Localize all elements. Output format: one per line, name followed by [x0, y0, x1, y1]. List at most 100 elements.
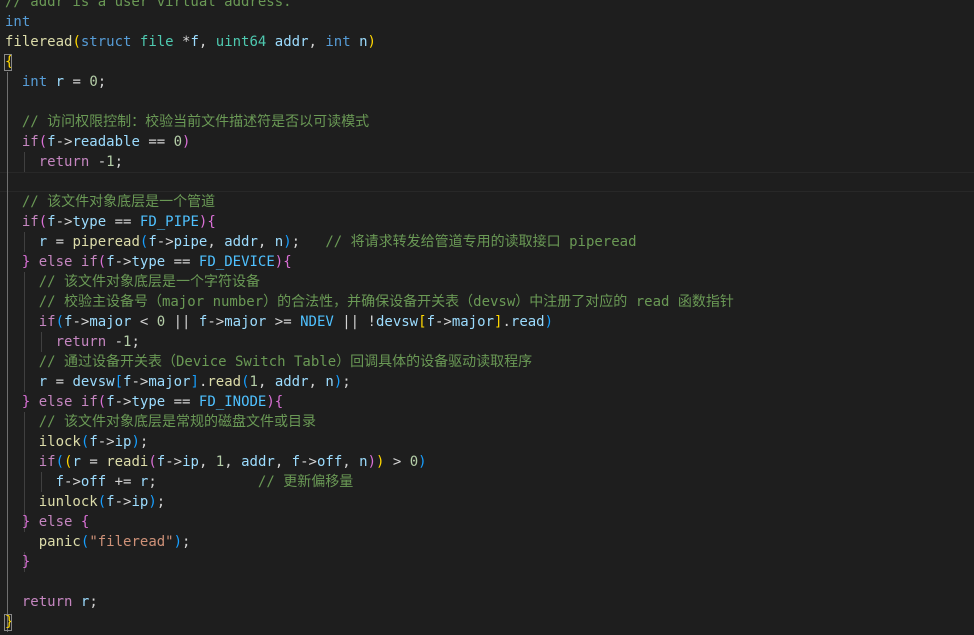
code-line[interactable]: } — [5, 552, 30, 572]
code-token: 1 — [106, 154, 115, 170]
code-token: readable — [72, 134, 140, 150]
code-line[interactable]: if(f->major < 0 || f->major >= NDEV || !… — [5, 312, 553, 332]
code-token: f — [47, 214, 56, 230]
bracket-match-highlight — [4, 614, 12, 631]
code-token: if — [80, 254, 98, 270]
code-token: 0 — [409, 454, 419, 470]
code-token: ) — [418, 454, 427, 470]
code-line[interactable]: } else if(f->type == FD_INODE){ — [5, 392, 283, 412]
code-token: ( — [241, 374, 250, 390]
code-token: { — [283, 254, 292, 270]
code-line[interactable]: return -1; — [5, 332, 140, 352]
code-token: -> — [156, 234, 174, 250]
code-token: f — [106, 494, 115, 510]
code-token: -> — [55, 134, 73, 150]
code-token: 0 — [89, 74, 98, 90]
code-token: * — [173, 34, 191, 50]
code-token: -> — [300, 454, 317, 470]
code-token: ( — [55, 454, 65, 470]
code-token: if — [38, 314, 56, 330]
code-token: return — [38, 154, 90, 170]
code-line[interactable]: // 访问权限控制：校验当前文件描述符是否以可读模式 — [5, 112, 369, 132]
code-line[interactable]: if((r = readi(f->ip, 1, addr, f->off, n)… — [5, 452, 427, 472]
code-line[interactable]: return -1; — [5, 152, 123, 172]
code-token: f — [106, 254, 115, 270]
code-token: , — [198, 34, 216, 50]
code-token: 0 — [156, 314, 166, 330]
code-token: f — [156, 454, 166, 470]
code-line[interactable]: int — [5, 12, 30, 32]
code-line[interactable]: // 该文件对象底层是一个字符设备 — [5, 272, 260, 292]
code-line[interactable]: int r = 0; — [5, 72, 106, 92]
code-token: ( — [38, 214, 48, 230]
code-token: -> — [55, 214, 73, 230]
code-token: , — [274, 454, 292, 470]
code-token: ; — [182, 534, 191, 550]
code-line[interactable]: f->off += r; // 更新偏移量 — [5, 472, 354, 492]
code-token: f — [190, 34, 199, 50]
code-editor[interactable]: // addr is a user virtual address. int fil… — [0, 0, 974, 635]
code-token: int — [325, 34, 351, 50]
code-token: -> — [97, 434, 115, 450]
code-token: struct — [80, 34, 132, 50]
code-token: if — [38, 454, 56, 470]
code-line[interactable]: panic("fileread"); — [5, 532, 191, 552]
code-line[interactable]: // 该文件对象底层是一个管道 — [5, 192, 215, 212]
code-line[interactable]: // 该文件对象底层是常规的磁盘文件或目录 — [5, 412, 316, 432]
code-token: ( — [97, 394, 107, 410]
code-line[interactable]: r = devsw[f->major].read(1, addr, n); — [5, 372, 351, 392]
code-token: { — [207, 214, 216, 230]
code-token: else — [38, 254, 73, 270]
code-token: ; — [342, 374, 351, 390]
code-token: 1 — [215, 454, 225, 470]
code-line[interactable]: // 校验主设备号（major number）的合法性，并确保设备开关表（dev… — [5, 292, 734, 312]
code-token: major — [451, 314, 495, 330]
code-token: == — [165, 394, 199, 410]
code-token: { — [274, 394, 284, 410]
code-token: if — [80, 394, 98, 410]
code-token: n — [274, 234, 284, 250]
code-token: . — [502, 314, 511, 330]
code-token: ; — [97, 74, 107, 90]
code-token: ; — [156, 494, 166, 510]
code-token: readi — [106, 454, 149, 470]
code-token: , — [308, 34, 326, 50]
code-line[interactable]: ilock(f->ip); — [5, 432, 149, 452]
code-line[interactable]: // 通过设备开关表（Device Switch Table）回调具体的设备驱动… — [5, 352, 532, 372]
code-line[interactable]: fileread(struct file *f, uint64 addr, in… — [5, 32, 376, 52]
code-token: , — [308, 374, 326, 390]
code-token: else — [38, 514, 73, 530]
code-token: off — [80, 474, 107, 490]
code-token: ) — [544, 314, 554, 330]
code-token: ) — [266, 394, 275, 410]
code-token: ; — [139, 434, 149, 450]
code-token: -> — [131, 374, 149, 390]
code-token: // 校验主设备号（major number）的合法性，并确保设备开关表（dev… — [38, 294, 734, 310]
code-token: -> — [165, 454, 183, 470]
code-line[interactable]: } else if(f->type == FD_DEVICE){ — [5, 252, 292, 272]
code-line[interactable]: r = piperead(f->pipe, addr, n); // 将请求转发… — [5, 232, 637, 252]
code-token: type — [131, 254, 166, 270]
code-token: = — [64, 74, 90, 90]
code-line[interactable]: // addr is a user virtual address. — [5, 0, 292, 12]
code-line[interactable]: if(f->type == FD_PIPE){ — [5, 212, 216, 232]
code-line[interactable]: if(f->readable == 0) — [5, 132, 191, 152]
code-token: f — [426, 314, 435, 330]
code-line[interactable]: } else { — [5, 512, 89, 532]
code-line[interactable]: return r; — [5, 592, 98, 612]
code-line[interactable]: iunlock(f->ip); — [5, 492, 165, 512]
code-token: return — [21, 594, 73, 610]
